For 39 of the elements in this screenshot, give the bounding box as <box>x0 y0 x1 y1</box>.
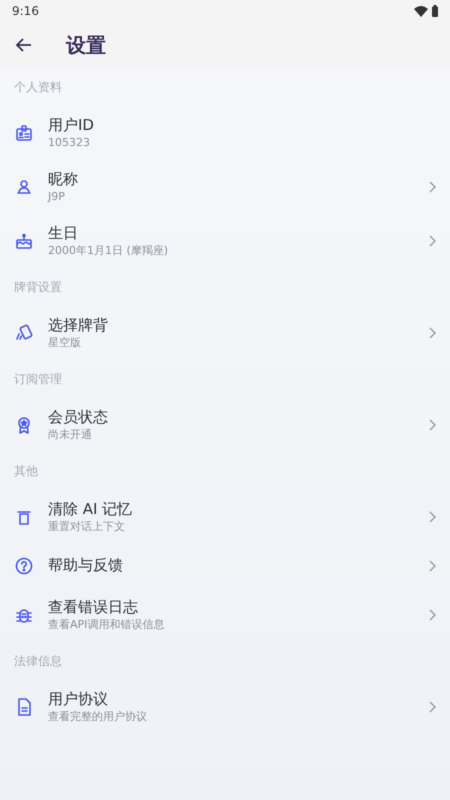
item-title: 用户协议 <box>48 690 109 710</box>
item-title: 选择牌背 <box>48 316 109 336</box>
help-icon <box>14 556 34 576</box>
settings-item[interactable]: 用户ID 105323 <box>0 106 450 160</box>
item-subtitle: 105323 <box>48 135 91 150</box>
cake-icon <box>14 231 34 251</box>
settings-item[interactable]: 生日 2000年1月1日 (摩羯座) <box>0 214 450 268</box>
wifi-icon <box>414 6 428 16</box>
item-subtitle: 查看完整的用户协议 <box>48 709 148 724</box>
item-subtitle: 2000年1月1日 (摩羯座) <box>48 243 170 258</box>
item-title: 生日 <box>48 224 79 244</box>
settings-item[interactable]: 昵称 J9P <box>0 160 450 214</box>
item-subtitle: 重置对话上下文 <box>48 519 126 534</box>
page-title: 设置 <box>66 32 106 59</box>
settings-item[interactable]: 用户协议 查看完整的用户协议 <box>0 680 450 734</box>
section-header: 法律信息 <box>13 653 63 670</box>
item-title: 清除 AI 记忆 <box>48 500 134 520</box>
item-title: 会员状态 <box>48 408 109 428</box>
item-subtitle: 星空版 <box>48 335 82 350</box>
status-time: 9:16 <box>12 3 39 20</box>
settings-item[interactable]: 会员状态 尚未开通 <box>0 398 450 452</box>
item-title: 用户ID <box>48 116 95 136</box>
cards-icon <box>14 323 34 343</box>
item-title: 查看错误日志 <box>48 598 139 618</box>
settings-item[interactable]: 选择牌背 星空版 <box>0 306 450 360</box>
settings-item[interactable]: 查看错误日志 查看API调用和错误信息 <box>0 588 450 642</box>
item-title: 昵称 <box>48 170 79 190</box>
section-header: 订阅管理 <box>13 371 63 388</box>
settings-item[interactable]: 清除 AI 记忆 重置对话上下文 <box>0 490 450 544</box>
battery-icon <box>432 5 438 17</box>
item-subtitle: J9P <box>48 189 66 204</box>
item-subtitle: 查看API调用和错误信息 <box>48 617 166 632</box>
section-header: 牌背设置 <box>13 279 63 296</box>
settings-item[interactable]: 帮助与反馈 <box>0 544 450 588</box>
section-header: 其他 <box>13 463 39 480</box>
item-title: 帮助与反馈 <box>48 556 124 576</box>
section-header: 个人资料 <box>13 79 63 96</box>
id-badge-icon <box>14 123 34 143</box>
item-subtitle: 尚未开通 <box>48 427 93 442</box>
